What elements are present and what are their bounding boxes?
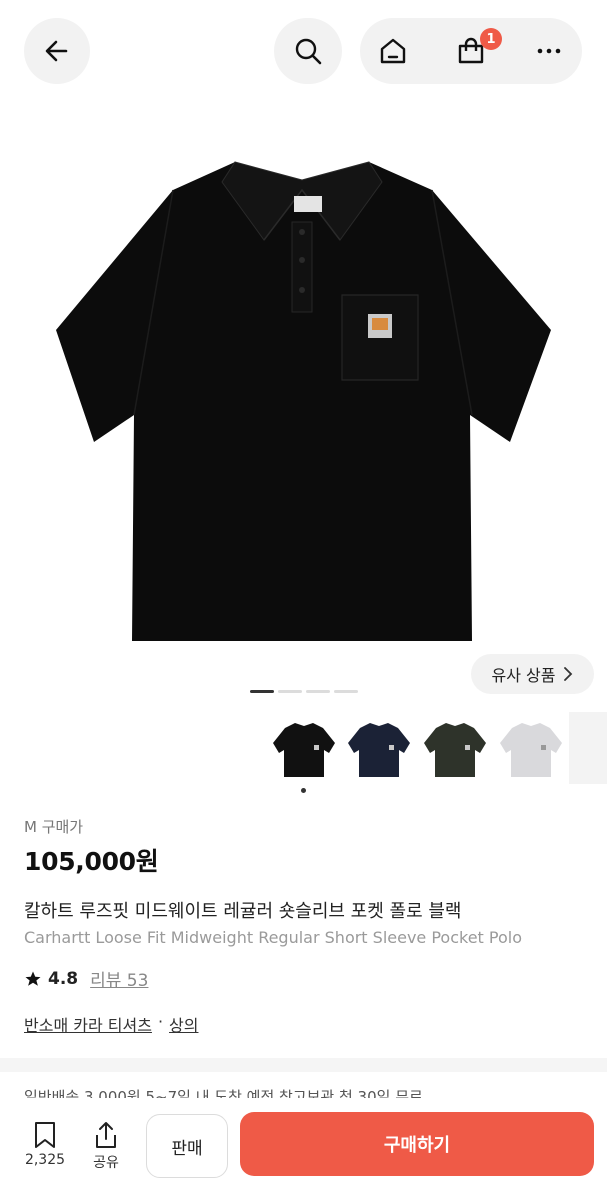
polo-black-thumbnail <box>273 723 335 777</box>
review-link[interactable]: 리뷰 53 <box>90 966 148 991</box>
section-divider <box>0 1058 607 1072</box>
star-icon <box>25 971 41 986</box>
home-button[interactable] <box>360 18 426 84</box>
polo-navy-thumbnail <box>348 723 410 777</box>
similar-products-button[interactable]: 유사 상품 <box>471 654 594 694</box>
size-price-label: M 구매가 <box>24 818 84 836</box>
category-link-short-sleeve-collar[interactable]: 반소매 카라 티셔츠 <box>24 1012 152 1036</box>
product-hero: 1 유사 상품 <box>0 0 607 708</box>
bookmark-count: 2,325 <box>24 1152 66 1168</box>
thumbnail-black[interactable] <box>268 712 340 788</box>
chevron-right-icon <box>564 667 573 681</box>
product-price: 105,000원 <box>24 847 159 876</box>
thumbnail-more[interactable] <box>569 712 607 784</box>
header-actions: 1 <box>360 18 582 84</box>
product-title-english: Carhartt Loose Fit Midweight Regular Sho… <box>24 928 523 947</box>
thumbnail-navy[interactable] <box>343 712 415 788</box>
bottom-action-bar: 2,325 공유 판매 구매하기 <box>0 1098 607 1200</box>
rating-row: 4.8 리뷰 53 <box>24 966 148 991</box>
product-main-image[interactable] <box>40 130 567 650</box>
slide-indicator <box>250 690 358 693</box>
more-dots-icon <box>537 48 561 54</box>
buy-button-label: 구매하기 <box>383 1135 451 1156</box>
product-title-korean: 칼하트 루즈핏 미드웨이트 레귤러 숏슬리브 포켓 폴로 블랙 <box>24 901 462 922</box>
home-icon <box>380 38 406 64</box>
bookmark-button[interactable]: 2,325 <box>17 1120 73 1168</box>
category-breadcrumb: 반소매 카라 티셔츠 · 상의 <box>24 1012 198 1036</box>
back-button[interactable] <box>24 18 90 84</box>
cart-count-badge: 1 <box>480 28 502 50</box>
buy-button[interactable]: 구매하기 <box>240 1112 594 1176</box>
share-button[interactable]: 공유 <box>78 1120 134 1172</box>
slide-dot <box>306 690 330 693</box>
thumbnail-olive[interactable] <box>419 712 491 788</box>
arrow-left-icon <box>45 40 68 62</box>
sell-button-label: 판매 <box>171 1138 203 1159</box>
slide-dot <box>278 690 302 693</box>
color-thumbnails <box>0 708 607 798</box>
more-button[interactable] <box>516 18 582 84</box>
rating-score: 4.8 <box>48 968 79 989</box>
category-link-top[interactable]: 상의 <box>169 1012 198 1036</box>
selected-thumbnail-dot <box>301 788 306 793</box>
bookmark-icon <box>35 1122 55 1148</box>
slide-dot <box>334 690 358 693</box>
share-icon <box>96 1122 116 1148</box>
polo-olive-thumbnail <box>424 723 486 777</box>
top-navigation: 1 <box>0 0 607 100</box>
polo-grey-thumbnail <box>500 723 562 777</box>
similar-products-label: 유사 상품 <box>491 666 556 685</box>
slide-dot-active <box>250 690 274 693</box>
search-button[interactable] <box>274 18 342 84</box>
share-label: 공유 <box>93 1155 119 1171</box>
cart-button[interactable]: 1 <box>438 18 504 84</box>
thumbnail-grey[interactable] <box>495 712 567 788</box>
sell-button[interactable]: 판매 <box>146 1114 228 1178</box>
category-separator: · <box>157 1012 164 1031</box>
search-icon <box>295 38 322 65</box>
